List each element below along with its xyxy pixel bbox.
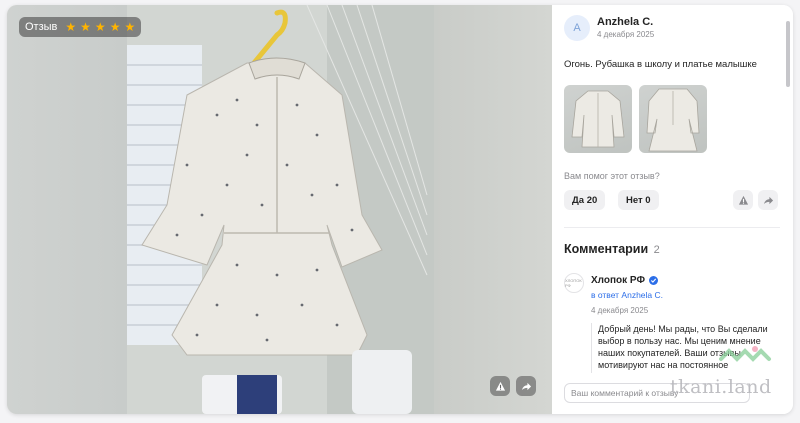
divider: [564, 227, 780, 228]
thumbnail-image: [571, 90, 625, 148]
photo-backdrop-left: [7, 5, 127, 414]
dress-photo-illustration: [127, 5, 434, 414]
review-modal: Отзыв ★ ★ ★ ★ ★ A Anzhela C. 4 декабря 2…: [7, 5, 793, 414]
share-icon: [763, 196, 773, 204]
review-author: Anzhela C.: [597, 16, 654, 28]
helpful-question: Вам помог этот отзыв?: [564, 171, 660, 181]
comments-heading: Комментарии 2: [564, 242, 660, 256]
watermark-logo-icon: [719, 346, 771, 362]
review-thumbnail[interactable]: [639, 85, 707, 153]
comment-date: 4 декабря 2025: [591, 306, 649, 315]
photo-backdrop-right: [434, 5, 552, 414]
comments-count: 2: [653, 244, 660, 256]
star-icon: ★: [124, 20, 136, 34]
star-icon: ★: [80, 20, 91, 34]
comments-title: Комментарии: [564, 242, 649, 256]
avatar: A: [564, 15, 590, 41]
star-icon: ★: [109, 20, 121, 34]
share-icon: [521, 382, 531, 390]
review-photo: [127, 5, 434, 414]
comment-author: Хлопок РФ: [591, 275, 646, 286]
helpful-yes-button[interactable]: Да 20: [564, 190, 606, 210]
star-icon: ★: [65, 20, 77, 34]
review-date: 4 декабря 2025: [597, 30, 655, 39]
review-rating-badge: Отзыв ★ ★ ★ ★ ★: [19, 17, 142, 37]
badge-label: Отзыв: [25, 21, 58, 33]
comment-author-row: Хлопок РФ: [591, 275, 659, 286]
watermark: tkani.land: [670, 376, 772, 398]
report-review-button[interactable]: [733, 190, 753, 210]
comment-reply-to[interactable]: в ответ Anzhela C.: [591, 290, 663, 300]
comment-avatar: ХЛОПОК РФ: [564, 273, 584, 293]
helpful-no-button[interactable]: Нет 0: [618, 190, 659, 210]
verified-icon: [649, 276, 659, 285]
share-photo-button[interactable]: [516, 376, 536, 396]
review-thumbnail[interactable]: [564, 85, 632, 153]
share-review-button[interactable]: [758, 190, 778, 210]
warning-icon: [738, 195, 748, 205]
thumbnail-image: [646, 88, 700, 152]
warning-icon: [495, 381, 505, 391]
photo-viewer: Отзыв ★ ★ ★ ★ ★: [7, 5, 552, 414]
report-photo-button[interactable]: [490, 376, 510, 396]
star-icon: ★: [94, 20, 106, 34]
scrollbar[interactable]: [786, 21, 790, 87]
review-text: Огонь. Рубашка в школу и платье малышке: [564, 59, 757, 70]
